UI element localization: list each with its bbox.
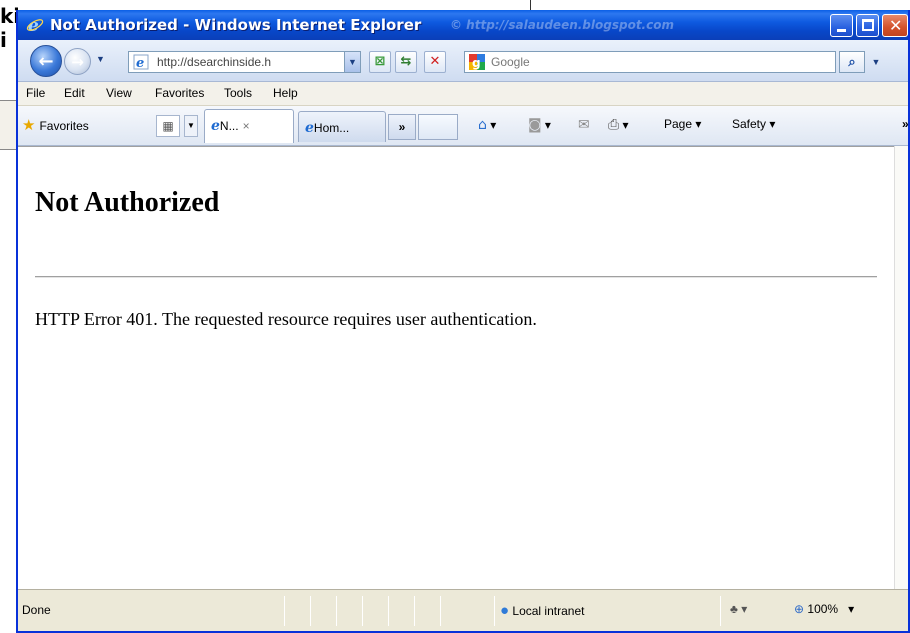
chevron-more-icon[interactable]: » xyxy=(902,117,908,137)
status-text: Done xyxy=(22,603,51,617)
search-button[interactable]: ⌕ xyxy=(839,51,865,73)
tab-list-dropdown[interactable]: ▼ xyxy=(184,115,198,137)
zoom-dropdown-icon: ▾ xyxy=(841,602,855,616)
compatibility-view-button[interactable]: ⊠ xyxy=(369,51,391,73)
refresh-icon: ⇆ xyxy=(400,54,412,69)
refresh-button[interactable]: ⇆ xyxy=(395,51,417,73)
menu-edit[interactable]: Edit xyxy=(64,86,85,100)
menu-bar: File Edit View Favorites Tools Help xyxy=(18,82,908,106)
page-menu[interactable]: Page ▾ xyxy=(664,117,701,137)
tab-label: Hom... xyxy=(313,121,350,135)
address-value: http://dsearchinside.h xyxy=(157,55,272,69)
protected-mode-button[interactable]: ♣ ▾ xyxy=(730,602,747,616)
compatibility-icon: ⊠ xyxy=(374,54,386,69)
search-options-dropdown[interactable]: ▼ xyxy=(867,51,885,73)
status-divider xyxy=(310,596,311,626)
svg-text:e: e xyxy=(136,56,144,70)
status-divider xyxy=(362,596,363,626)
search-placeholder: Google xyxy=(491,55,530,69)
status-divider xyxy=(388,596,389,626)
favorites-star-icon: ★ xyxy=(22,117,36,134)
home-icon: ⌂ xyxy=(478,117,487,133)
printer-icon: ⎙ xyxy=(608,117,620,133)
new-tab-button[interactable] xyxy=(418,114,458,140)
status-divider xyxy=(720,596,721,626)
error-message: HTTP Error 401. The requested resource r… xyxy=(35,309,537,329)
tab-not-authorized[interactable]: eN... × xyxy=(204,109,294,143)
tab-ie-icon: e xyxy=(305,120,314,136)
page-heading: Not Authorized xyxy=(35,187,220,218)
intranet-globe-icon: ● xyxy=(500,602,510,619)
page-content: Not Authorized HTTP Error 401. The reque… xyxy=(18,146,894,589)
recent-pages-dropdown[interactable]: ▼ xyxy=(96,54,106,64)
favorites-tab-bar: ★ Favorites ▦ ▼ eN... × eHom... » ⌂ ▾ ◙ ▾ … xyxy=(18,106,908,146)
back-button[interactable]: ← xyxy=(30,45,62,77)
title-bar[interactable]: e Not Authorized - Windows Internet Expl… xyxy=(18,10,908,40)
stop-icon: ✕ xyxy=(429,54,441,69)
background-divider xyxy=(530,0,531,10)
address-bar[interactable]: e http://dsearchinside.h ▼ xyxy=(128,51,361,73)
tab-ie-icon: e xyxy=(211,118,220,134)
close-button[interactable]: ✕ xyxy=(882,14,908,37)
page-ie-icon: e xyxy=(133,54,149,70)
menu-favorites[interactable]: Favorites xyxy=(155,86,204,100)
navigation-bar: ← → ▼ e http://dsearchinside.h ▼ ⊠ ⇆ ✕ g… xyxy=(18,40,908,82)
zoom-control[interactable]: ⊕ 100% ▾ xyxy=(794,602,854,616)
print-button[interactable]: ⎙ ▾ xyxy=(608,117,629,137)
zone-label: Local intranet xyxy=(512,604,585,618)
minimize-icon xyxy=(837,29,846,32)
window-title: Not Authorized - Windows Internet Explor… xyxy=(50,16,422,34)
status-divider xyxy=(284,596,285,626)
protected-mode-icon: ♣ xyxy=(730,602,738,616)
address-dropdown[interactable]: ▼ xyxy=(344,52,360,72)
quick-tabs-button[interactable]: ▦ xyxy=(156,115,180,137)
favorites-label: Favorites xyxy=(39,119,89,133)
favorites-button[interactable]: ★ Favorites xyxy=(22,116,89,136)
rss-icon: ◙ xyxy=(528,117,542,133)
status-divider xyxy=(336,596,337,626)
menu-view[interactable]: View xyxy=(106,86,132,100)
tab-label: N... xyxy=(219,119,239,133)
more-tabs-button[interactable]: » xyxy=(388,114,416,140)
watermark: © http://salaudeen.blogspot.com xyxy=(450,18,674,32)
security-zone[interactable]: ● Local intranet xyxy=(500,602,584,619)
feeds-button[interactable]: ◙ ▾ xyxy=(528,117,551,137)
minimize-button[interactable] xyxy=(830,14,853,37)
ie-logo-icon: e xyxy=(26,16,44,34)
horizontal-rule xyxy=(35,276,877,278)
menu-tools[interactable]: Tools xyxy=(224,86,252,100)
ie-window: e Not Authorized - Windows Internet Expl… xyxy=(16,10,910,633)
status-divider xyxy=(414,596,415,626)
maximize-icon xyxy=(862,19,874,31)
zoom-level: 100% xyxy=(807,602,839,616)
search-icon: ⌕ xyxy=(848,54,856,69)
status-divider xyxy=(494,596,495,626)
forward-arrow-icon: → xyxy=(71,52,84,71)
google-icon: g xyxy=(469,54,485,70)
maximize-button[interactable] xyxy=(856,14,879,37)
vertical-scrollbar[interactable] xyxy=(894,146,908,589)
menu-file[interactable]: File xyxy=(26,86,45,100)
zoom-magnifier-icon: ⊕ xyxy=(794,602,805,616)
read-mail-button[interactable]: ✉ xyxy=(578,117,590,137)
menu-help[interactable]: Help xyxy=(273,86,298,100)
forward-button[interactable]: → xyxy=(64,48,91,75)
safety-menu[interactable]: Safety ▾ xyxy=(732,117,775,137)
close-icon: ✕ xyxy=(889,16,903,35)
mail-icon: ✉ xyxy=(578,117,590,133)
back-arrow-icon: ← xyxy=(38,50,54,72)
svg-text:g: g xyxy=(472,56,481,70)
tab-close-icon[interactable]: × xyxy=(243,119,250,133)
tab-home[interactable]: eHom... xyxy=(298,111,386,142)
search-box[interactable]: g Google xyxy=(464,51,836,73)
home-button[interactable]: ⌂ ▾ xyxy=(478,117,496,137)
quick-tabs-icon: ▦ xyxy=(162,119,174,133)
stop-button[interactable]: ✕ xyxy=(424,51,446,73)
status-bar: Done ● Local intranet ♣ ▾ ⊕ 100% ▾ xyxy=(18,589,908,631)
status-divider xyxy=(440,596,441,626)
